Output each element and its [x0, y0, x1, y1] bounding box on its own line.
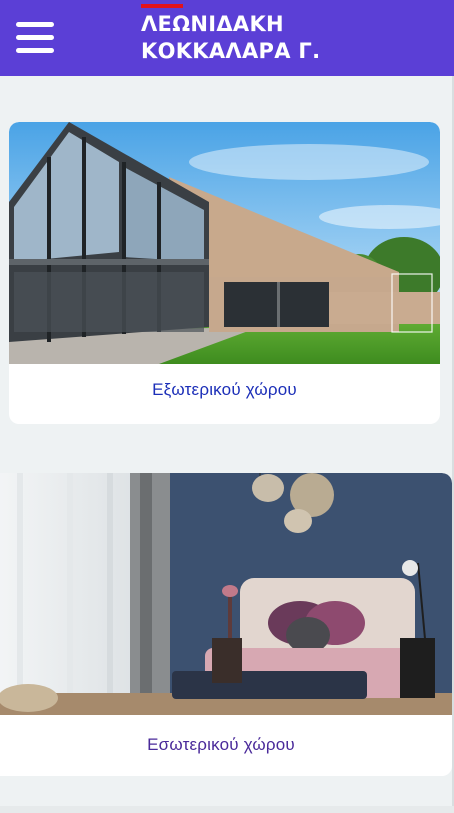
category-card-interior[interactable]: Εσωτερικού χώρου	[0, 473, 452, 776]
brand-name-line2: ΚΟΚΚΑΛΑΡΑ Γ.	[141, 39, 321, 63]
menu-bar	[16, 35, 54, 40]
menu-bar	[16, 48, 54, 53]
card-caption-interior: Εσωτερικού χώρου	[147, 735, 295, 754]
next-card-edge	[0, 806, 454, 813]
category-card-exterior[interactable]: Εξωτερικού χώρου	[9, 122, 440, 424]
exterior-house-image	[9, 122, 440, 364]
card-caption-exterior: Εξωτερικού χώρου	[152, 380, 297, 399]
menu-bar	[16, 22, 54, 27]
hamburger-menu-icon[interactable]	[16, 19, 56, 55]
brand-logo[interactable]: ΛΕΩΝΙΔΑΚΗ ΚΟΚΚΑΛΑΡΑ Γ.	[141, 4, 441, 65]
brand-accent-bar	[141, 4, 183, 8]
app-header: ΛΕΩΝΙΔΑΚΗ ΚΟΚΚΑΛΑΡΑ Γ.	[0, 0, 454, 76]
brand-name-line1: ΛΕΩΝΙΔΑΚΗ	[141, 12, 284, 36]
interior-bedroom-image	[0, 473, 452, 715]
